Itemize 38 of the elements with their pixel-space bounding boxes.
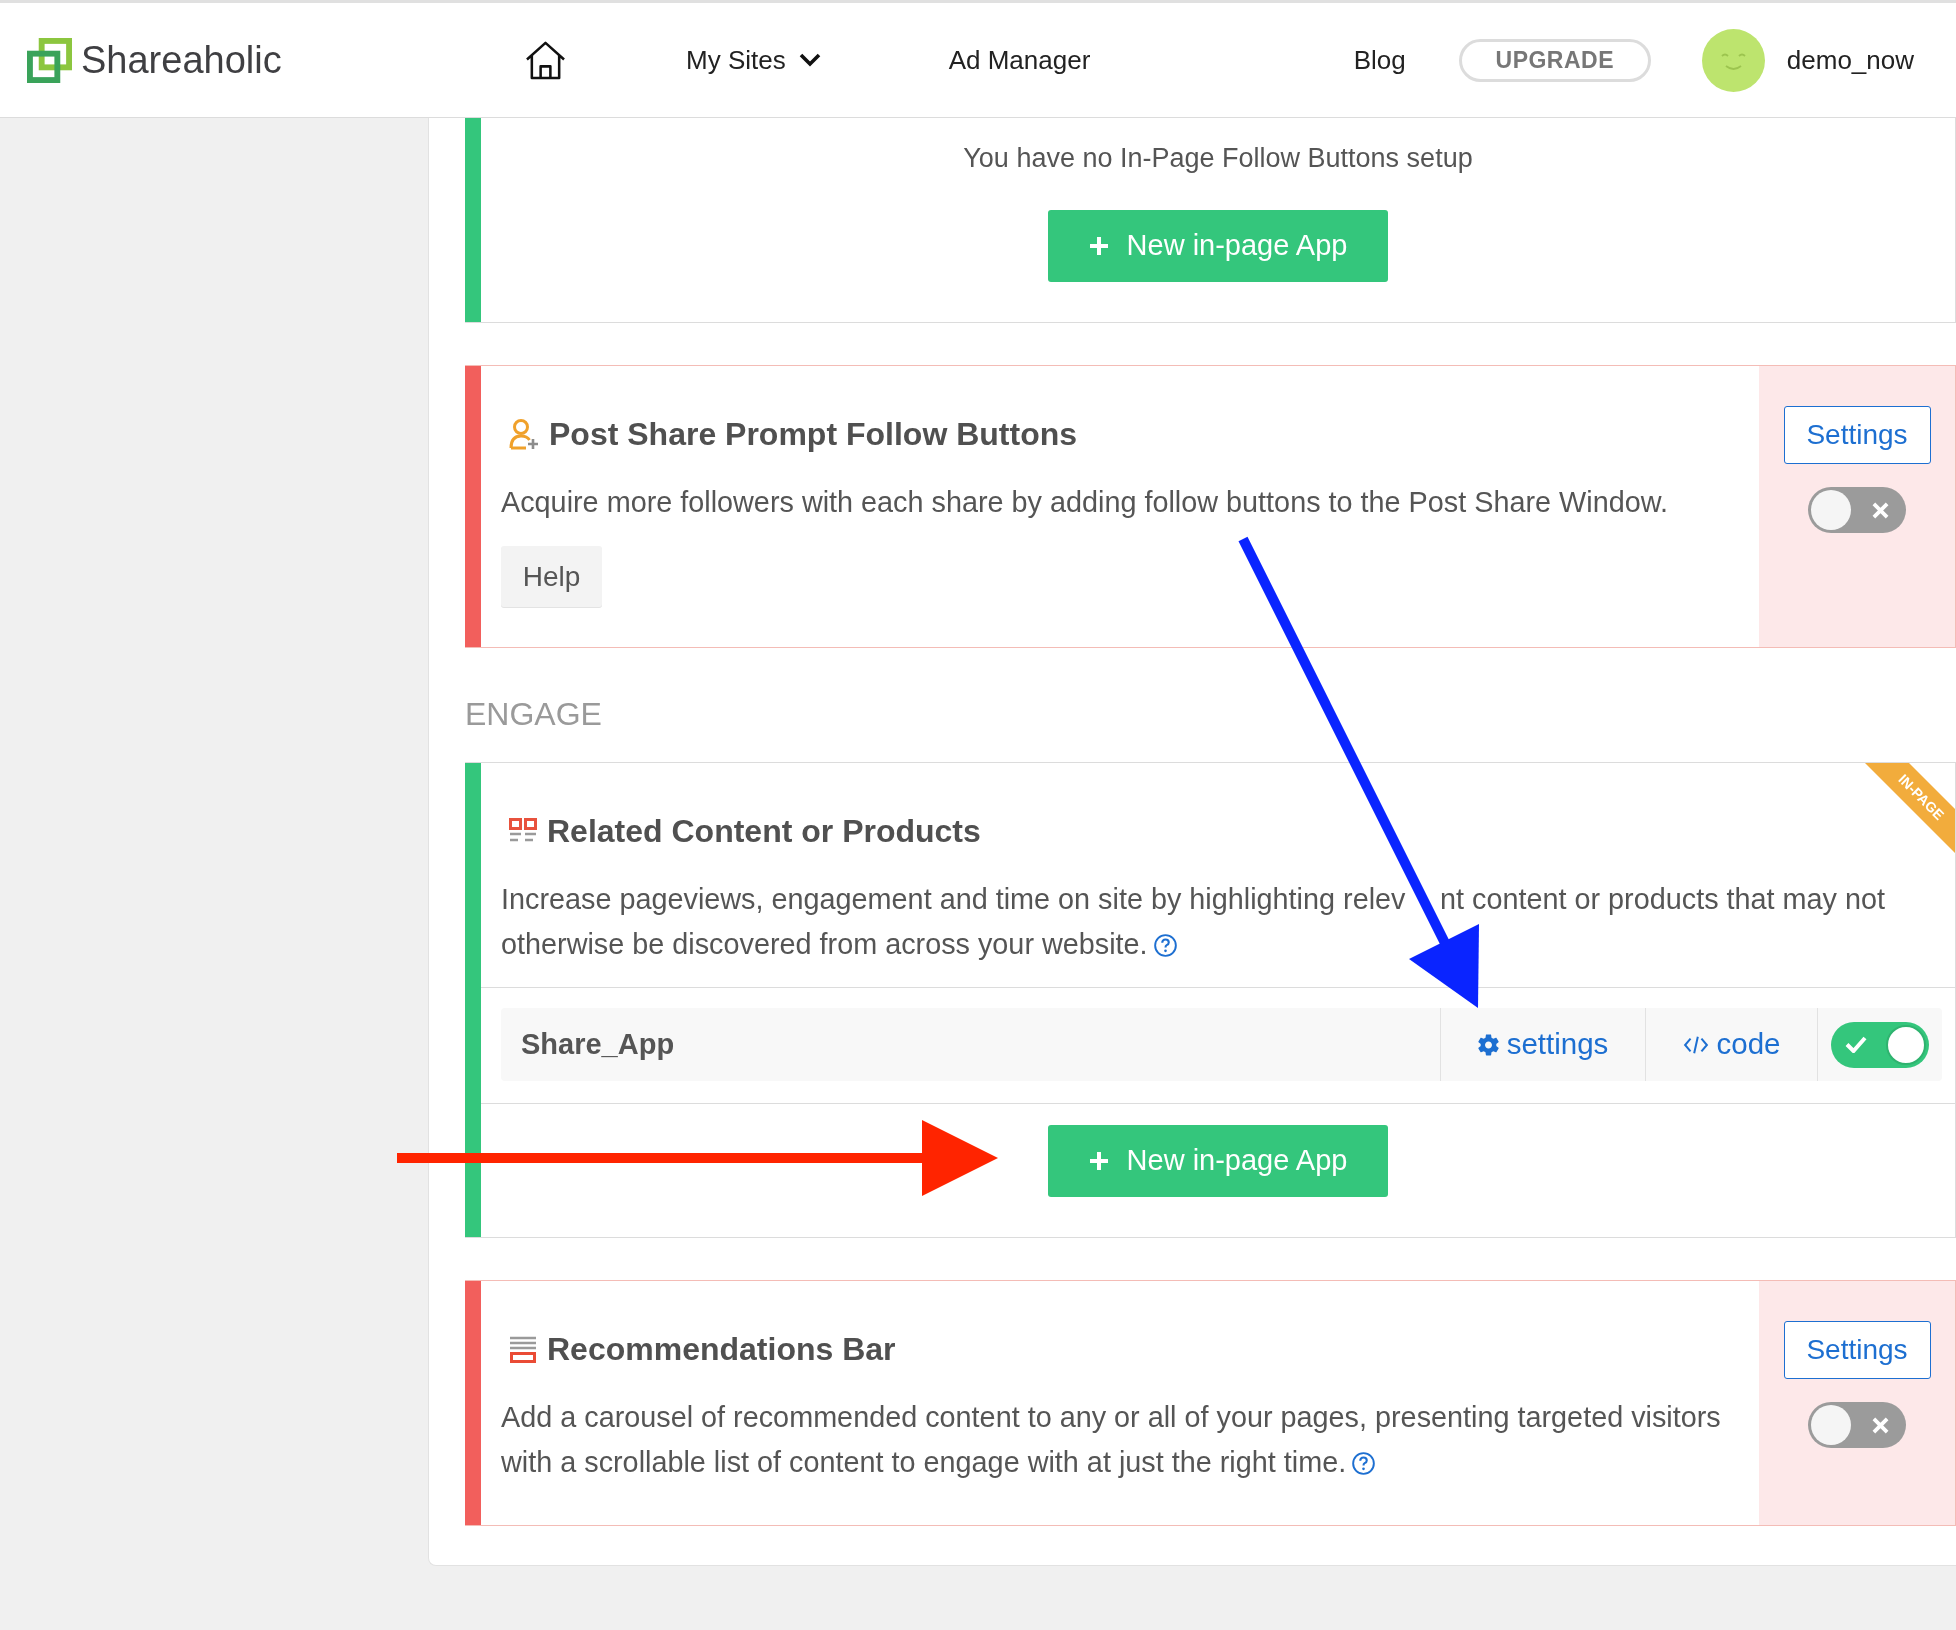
settings-button[interactable]: Settings: [1783, 1321, 1931, 1379]
settings-button[interactable]: Settings: [1783, 406, 1931, 464]
toggle-switch[interactable]: [1808, 1402, 1906, 1448]
check-icon: [1845, 1036, 1867, 1053]
person-plus-icon: [509, 418, 539, 450]
logo-icon[interactable]: [27, 37, 72, 83]
help-icon[interactable]: [1352, 1452, 1376, 1475]
app-name: Share_App: [520, 1026, 676, 1062]
plus-icon: [1088, 236, 1109, 256]
card-description: Add a carousel of recommended content to any or all of your pages, presenting targeted visitors with a scrollable list of content to engage with at just the right time.: [501, 1400, 1722, 1480]
upgrade-button[interactable]: UPGRADE: [1458, 38, 1651, 82]
card-title: Related Content or Products: [547, 813, 981, 849]
code-icon: [1682, 1034, 1709, 1055]
section-heading: ENGAGE: [465, 696, 603, 732]
toggle-switch[interactable]: [1831, 1021, 1929, 1068]
toggle-switch[interactable]: [1808, 487, 1906, 533]
username[interactable]: demo_now: [1786, 40, 1914, 80]
card-description: Increase pageviews, engagement and time on site by highlighting relev nt content or products that may not otherwise be discovered from across your website.: [501, 882, 1887, 962]
chevron-down-icon: [798, 53, 821, 67]
bar-layout-icon: [509, 1335, 537, 1363]
nav-dropdown[interactable]: My Sites: [686, 40, 821, 80]
content-grid-icon: [509, 818, 537, 844]
cross-icon: [1872, 501, 1889, 519]
card-description: Acquire more followers with each share by adding follow buttons to the Post Share Window.: [501, 485, 1669, 520]
card-title: Recommendations Bar: [547, 1331, 896, 1367]
plus-icon: [1088, 1151, 1109, 1171]
code-link[interactable]: code: [1645, 1008, 1817, 1081]
empty-message: You have no In-Page Follow Buttons setup: [962, 142, 1474, 175]
logo-text[interactable]: Shareaholic: [81, 31, 282, 89]
help-button[interactable]: Help: [501, 546, 602, 607]
home-icon[interactable]: [524, 39, 567, 81]
gear-icon: [1477, 1033, 1499, 1056]
card-title: Post Share Prompt Follow Buttons: [549, 416, 1077, 452]
cross-icon: [1872, 1416, 1889, 1434]
settings-link[interactable]: settings: [1440, 1008, 1645, 1081]
help-icon[interactable]: [1153, 934, 1177, 957]
nav-link[interactable]: Blog: [1353, 40, 1406, 80]
nav-link[interactable]: Ad Manager: [948, 40, 1091, 80]
